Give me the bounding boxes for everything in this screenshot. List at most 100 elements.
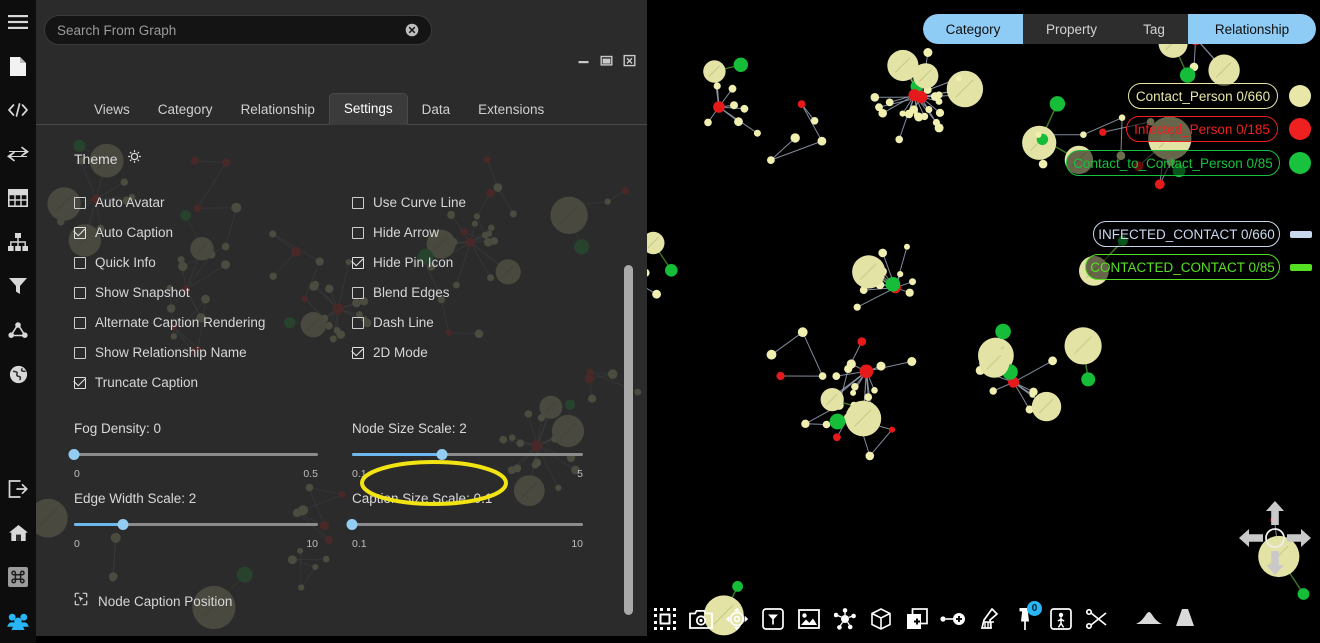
expand-node-icon[interactable] [935,602,971,636]
slider-thumb[interactable] [69,449,80,460]
cone-icon[interactable] [1131,602,1167,636]
checkbox-blend-edges[interactable]: Blend Edges [352,285,617,300]
checkbox-unchecked-icon[interactable] [352,317,364,329]
legend-pill-1[interactable]: Infected_Person 0/185 [1126,116,1278,142]
code-icon[interactable] [0,88,36,132]
checkbox-unchecked-icon[interactable] [74,317,86,329]
close-icon[interactable] [623,54,636,67]
search-input[interactable] [57,23,405,38]
node-caption-position-row[interactable]: Node Caption Position [74,592,617,611]
slider-rail [352,523,583,526]
checkbox-auto-caption[interactable]: Auto Caption [74,225,352,240]
exchange-arrows-icon[interactable] [0,132,36,176]
vertical-scrollbar[interactable] [624,265,633,615]
checkbox-unchecked-icon[interactable] [74,287,86,299]
pin-icon[interactable]: 0 [1007,602,1043,636]
network-triangle-icon[interactable] [0,308,36,352]
users-group-icon[interactable] [0,599,36,643]
checkbox-checked-icon[interactable] [352,257,364,269]
theme-gear-icon[interactable] [127,149,142,169]
slider-thumb[interactable] [117,519,128,530]
checkbox-checked-icon[interactable] [352,347,364,359]
checkbox-auto-avatar[interactable]: Auto Avatar [74,195,352,210]
globe-icon[interactable] [0,352,36,396]
checkbox-truncate-caption[interactable]: Truncate Caption [74,375,352,390]
cube-icon[interactable] [863,602,899,636]
slider-track[interactable] [352,520,583,530]
arrow-down-icon[interactable] [1264,550,1286,581]
segmented-tab-bar: CategoryPropertyTagRelationship [923,14,1316,44]
checkbox-unchecked-icon[interactable] [352,227,364,239]
checkbox-dash-line[interactable]: Dash Line [352,315,617,330]
search-bar[interactable] [44,15,432,45]
theme-row[interactable]: Theme [74,149,617,169]
hierarchy-tree-icon[interactable] [0,220,36,264]
tab-category[interactable]: Category [144,95,227,126]
scissors-icon[interactable] [1079,602,1115,636]
select-box-icon[interactable] [647,602,683,636]
tab-extensions[interactable]: Extensions [464,95,558,126]
add-layer-icon[interactable] [899,602,935,636]
slider-min-label: 0 [74,538,80,550]
home-icon[interactable] [0,511,36,555]
slider-max-label: 5 [577,468,583,480]
slider-track[interactable] [74,520,318,530]
slider-track[interactable] [352,450,583,460]
clear-circle-icon[interactable] [405,23,419,37]
cluster-icon[interactable] [827,602,863,636]
legend-pill-3[interactable]: INFECTED_CONTACT 0/660 [1093,221,1280,247]
segtab-category[interactable]: Category [923,14,1023,44]
checkbox-checked-icon[interactable] [74,377,86,389]
logout-arrow-icon[interactable] [0,467,36,511]
checkbox-alternate-caption-rendering[interactable]: Alternate Caption Rendering [74,315,352,330]
tab-views[interactable]: Views [80,95,144,126]
segtab-relationship[interactable]: Relationship [1188,14,1316,44]
segtab-property[interactable]: Property [1023,14,1120,44]
settings-window: ViewsCategoryRelationshipSettingsDataExt… [36,0,647,636]
document-icon[interactable] [0,44,36,88]
legend-pill-4[interactable]: CONTACTED_CONTACT 0/85 [1085,254,1280,280]
checkbox-use-curve-line[interactable]: Use Curve Line [352,195,617,210]
legend-pill-0[interactable]: Contact_Person 0/660 [1128,83,1278,109]
broom-icon[interactable] [971,602,1007,636]
table-grid-icon[interactable] [0,176,36,220]
slider-thumb[interactable] [437,449,448,460]
image-icon[interactable] [791,602,827,636]
person-box-icon[interactable] [1043,602,1079,636]
target-crosshair-icon[interactable] [719,602,755,636]
arrow-right-icon[interactable] [1286,527,1312,554]
checkbox-unchecked-icon[interactable] [352,287,364,299]
slider-min-label: 0 [74,468,80,480]
checkbox-quick-info[interactable]: Quick Info [74,255,352,270]
checkbox-label: Auto Caption [95,225,173,240]
checkbox-hide-arrow[interactable]: Hide Arrow [352,225,617,240]
checkbox-2d-mode[interactable]: 2D Mode [352,345,617,360]
tab-settings[interactable]: Settings [329,93,408,126]
slider-track[interactable] [74,450,318,460]
camera-icon[interactable] [683,602,719,636]
arrow-left-icon[interactable] [1238,527,1264,554]
checkbox-show-relationship-name[interactable]: Show Relationship Name [74,345,352,360]
hamburger-menu-icon[interactable] [0,0,36,44]
checkbox-label: Alternate Caption Rendering [95,315,265,330]
checkbox-unchecked-icon[interactable] [74,347,86,359]
reset-circle-icon[interactable] [1264,527,1286,554]
checkbox-checked-icon[interactable] [74,227,86,239]
maximize-icon[interactable] [600,54,613,67]
tab-relationship[interactable]: Relationship [227,95,329,126]
slider-thumb[interactable] [347,519,358,530]
segtab-tag[interactable]: Tag [1120,14,1188,44]
tab-data[interactable]: Data [408,95,465,126]
checkbox-show-snapshot[interactable]: Show Snapshot [74,285,352,300]
minimize-icon[interactable] [577,54,590,67]
filter-funnel-icon[interactable] [0,264,36,308]
lamp-icon[interactable] [1167,602,1203,636]
checkbox-unchecked-icon[interactable] [74,257,86,269]
slider-caption-size-scale: Caption Size Scale: 0.10.110 [352,491,617,550]
legend-pill-2[interactable]: Contact_to_Contact_Person 0/85 [1066,150,1280,176]
checkbox-unchecked-icon[interactable] [74,197,86,209]
fit-screen-icon[interactable] [755,602,791,636]
checkbox-hide-pin-icon[interactable]: Hide Pin Icon [352,255,617,270]
command-key-icon[interactable] [0,555,36,599]
checkbox-unchecked-icon[interactable] [352,197,364,209]
